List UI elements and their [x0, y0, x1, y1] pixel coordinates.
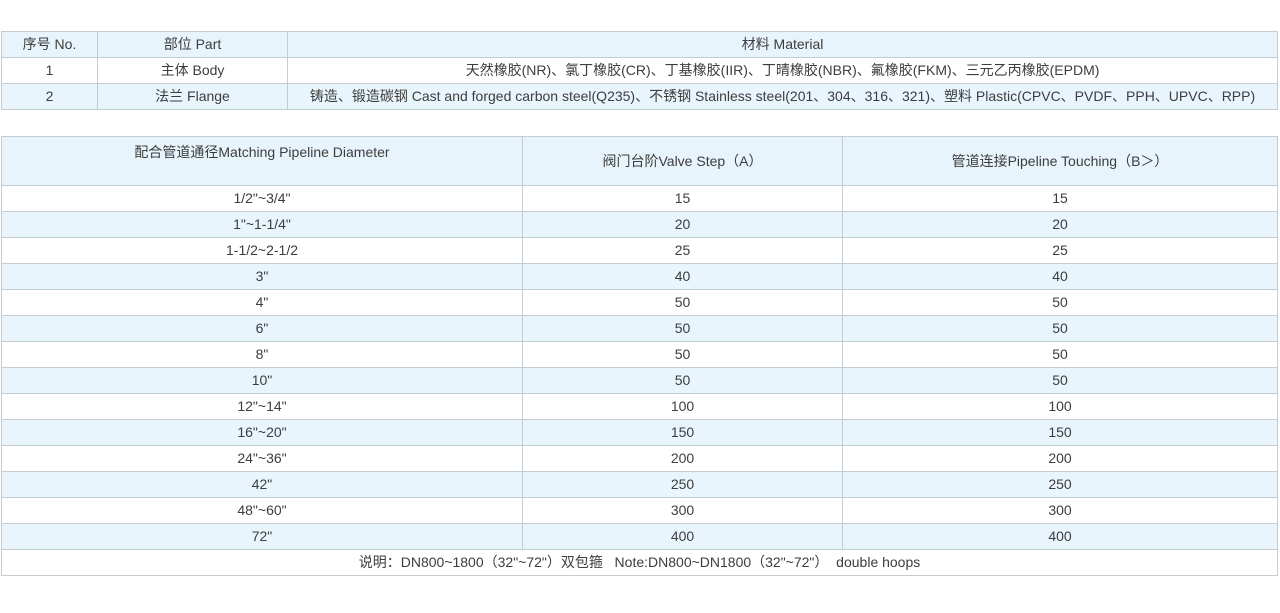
table-row: 3" 40 40: [2, 264, 1278, 290]
table-row: 42" 250 250: [2, 472, 1278, 498]
diameter-cell: 6": [2, 316, 523, 342]
dimensions-header-valve-step: 阀门台阶Valve Step（A）: [523, 137, 843, 186]
table-row: 4" 50 50: [2, 290, 1278, 316]
diameter-cell: 1-1/2~2-1/2: [2, 238, 523, 264]
table-row: 1"~1-1/4" 20 20: [2, 212, 1278, 238]
diameter-cell: 10": [2, 368, 523, 394]
part-cell: 法兰 Flange: [98, 84, 288, 110]
diameter-cell: 48"~60": [2, 498, 523, 524]
table-row: 1 主体 Body 天然橡胶(NR)、氯丁橡胶(CR)、丁基橡胶(IIR)、丁晴…: [2, 58, 1278, 84]
pipeline-touching-cell: 50: [843, 316, 1278, 342]
table-row: 12"~14" 100 100: [2, 394, 1278, 420]
diameter-cell: 4": [2, 290, 523, 316]
valve-step-cell: 250: [523, 472, 843, 498]
diameter-cell: 1"~1-1/4": [2, 212, 523, 238]
valve-step-cell: 50: [523, 368, 843, 394]
materials-header-no: 序号 No.: [2, 32, 98, 58]
pipeline-touching-cell: 40: [843, 264, 1278, 290]
valve-step-cell: 150: [523, 420, 843, 446]
material-cell: 天然橡胶(NR)、氯丁橡胶(CR)、丁基橡胶(IIR)、丁晴橡胶(NBR)、氟橡…: [288, 58, 1278, 84]
material-cell: 铸造、锻造碳钢 Cast and forged carbon steel(Q23…: [288, 84, 1278, 110]
pipeline-touching-cell: 25: [843, 238, 1278, 264]
valve-step-cell: 100: [523, 394, 843, 420]
pipeline-touching-cell: 150: [843, 420, 1278, 446]
pipeline-touching-cell: 20: [843, 212, 1278, 238]
diameter-cell: 72": [2, 524, 523, 550]
materials-header-part: 部位 Part: [98, 32, 288, 58]
table-row: 1/2"~3/4" 15 15: [2, 186, 1278, 212]
dimensions-table: 配合管道通径Matching Pipeline Diameter 阀门台阶Val…: [1, 136, 1278, 576]
diameter-cell: 42": [2, 472, 523, 498]
materials-table: 序号 No. 部位 Part 材料 Material 1 主体 Body 天然橡…: [1, 31, 1278, 110]
pipeline-touching-cell: 400: [843, 524, 1278, 550]
dimensions-header-row: 配合管道通径Matching Pipeline Diameter 阀门台阶Val…: [2, 137, 1278, 186]
valve-step-cell: 50: [523, 342, 843, 368]
table-row: 10" 50 50: [2, 368, 1278, 394]
pipeline-touching-cell: 50: [843, 290, 1278, 316]
diameter-cell: 8": [2, 342, 523, 368]
dimensions-header-pipeline-touching: 管道连接Pipeline Touching（B＞）: [843, 137, 1278, 186]
valve-step-cell: 20: [523, 212, 843, 238]
table-row: 16"~20" 150 150: [2, 420, 1278, 446]
table-row: 48"~60" 300 300: [2, 498, 1278, 524]
diameter-cell: 12"~14": [2, 394, 523, 420]
pipeline-touching-cell: 50: [843, 342, 1278, 368]
part-cell: 主体 Body: [98, 58, 288, 84]
valve-step-cell: 50: [523, 290, 843, 316]
diameter-cell: 3": [2, 264, 523, 290]
valve-step-cell: 40: [523, 264, 843, 290]
no-cell: 1: [2, 58, 98, 84]
valve-step-cell: 400: [523, 524, 843, 550]
note-row: 说明：DN800~1800（32"~72"）双包箍 Note:DN800~DN1…: [2, 550, 1278, 576]
pipeline-touching-cell: 200: [843, 446, 1278, 472]
pipeline-touching-cell: 250: [843, 472, 1278, 498]
diameter-cell: 1/2"~3/4": [2, 186, 523, 212]
materials-header-row: 序号 No. 部位 Part 材料 Material: [2, 32, 1278, 58]
no-cell: 2: [2, 84, 98, 110]
table-row: 6" 50 50: [2, 316, 1278, 342]
pipeline-touching-cell: 50: [843, 368, 1278, 394]
valve-step-cell: 15: [523, 186, 843, 212]
note-text: 说明：DN800~1800（32"~72"）双包箍 Note:DN800~DN1…: [2, 550, 1278, 576]
spec-page: 序号 No. 部位 Part 材料 Material 1 主体 Body 天然橡…: [0, 31, 1280, 613]
pipeline-touching-cell: 300: [843, 498, 1278, 524]
table-row: 24"~36" 200 200: [2, 446, 1278, 472]
table-row: 2 法兰 Flange 铸造、锻造碳钢 Cast and forged carb…: [2, 84, 1278, 110]
valve-step-cell: 25: [523, 238, 843, 264]
valve-step-cell: 50: [523, 316, 843, 342]
dimensions-header-diameter: 配合管道通径Matching Pipeline Diameter: [2, 137, 523, 186]
table-row: 1-1/2~2-1/2 25 25: [2, 238, 1278, 264]
diameter-cell: 24"~36": [2, 446, 523, 472]
table-row: 8" 50 50: [2, 342, 1278, 368]
pipeline-touching-cell: 100: [843, 394, 1278, 420]
diameter-cell: 16"~20": [2, 420, 523, 446]
table-row: 72" 400 400: [2, 524, 1278, 550]
materials-header-material: 材料 Material: [288, 32, 1278, 58]
valve-step-cell: 200: [523, 446, 843, 472]
valve-step-cell: 300: [523, 498, 843, 524]
pipeline-touching-cell: 15: [843, 186, 1278, 212]
